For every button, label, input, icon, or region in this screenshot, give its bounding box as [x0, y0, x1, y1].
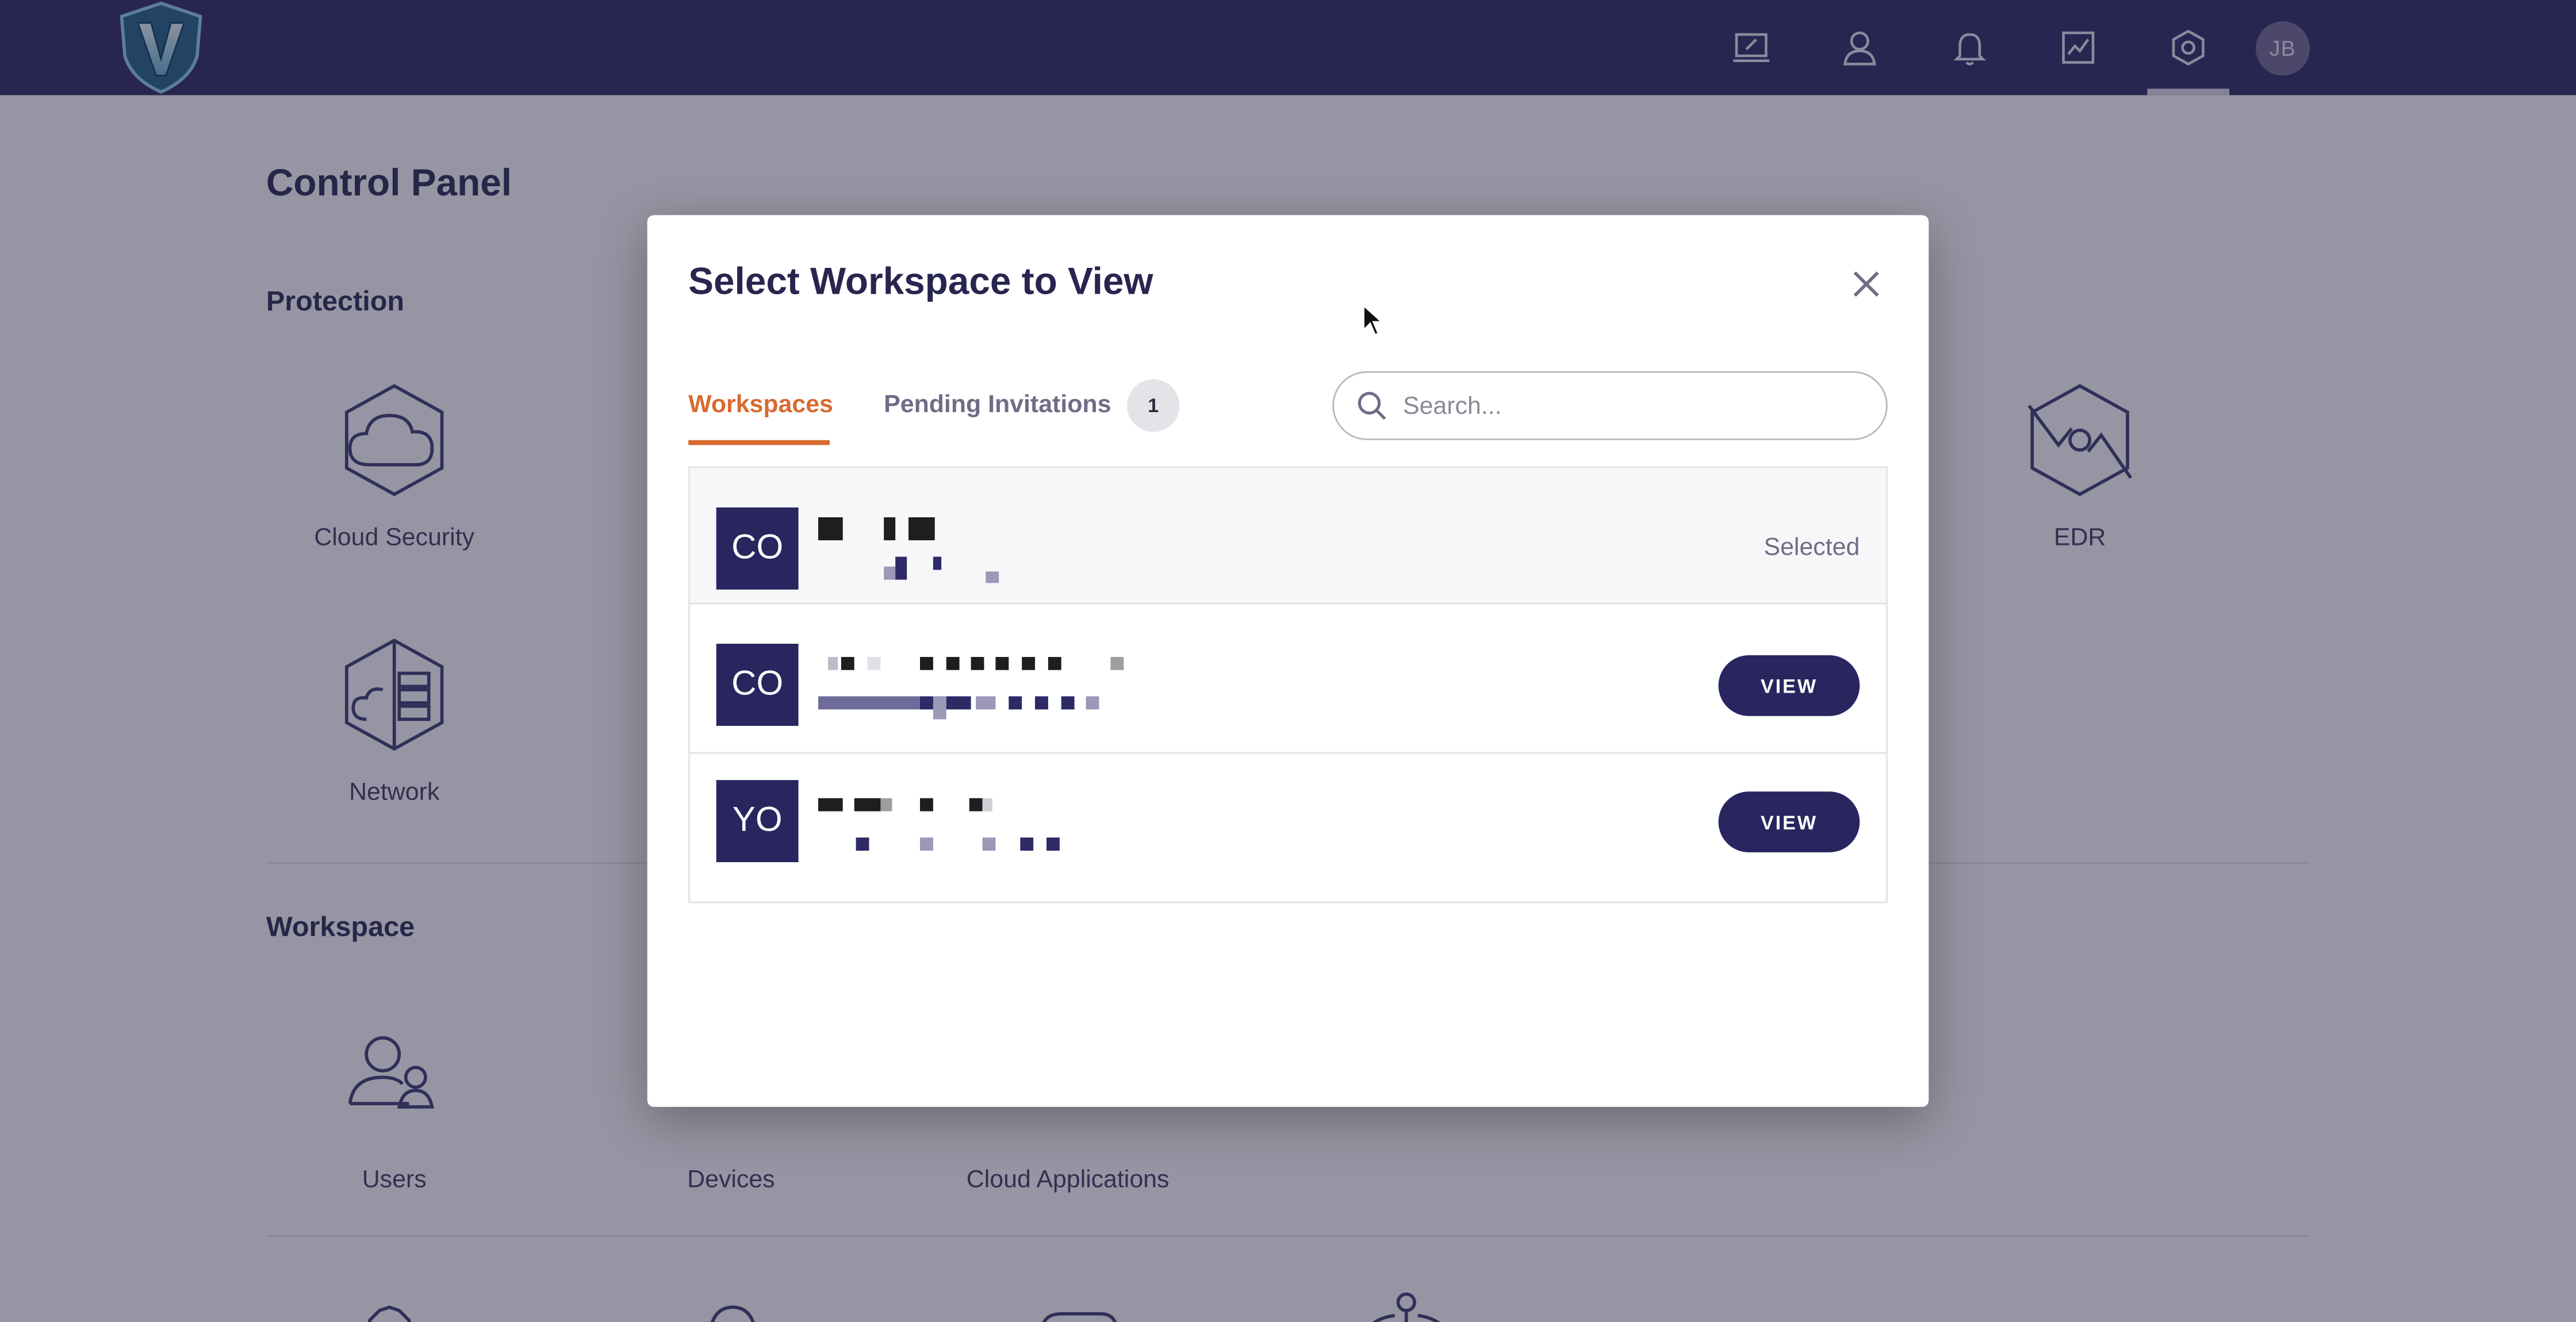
workspace-avatar: CO: [716, 644, 799, 726]
search-icon: [1358, 391, 1386, 420]
workspace-avatar: CO: [716, 507, 799, 590]
close-button[interactable]: [1846, 264, 1886, 304]
pending-count-badge: 1: [1127, 379, 1180, 432]
redacted-workspace-name: [818, 517, 950, 594]
redacted-workspace-name: [818, 798, 1081, 873]
tab-pending-invitations[interactable]: Pending Invitations: [884, 391, 1111, 419]
redacted-dot: [986, 571, 999, 583]
workspace-row[interactable]: CO VIEW: [690, 617, 1886, 754]
search-input[interactable]: [1400, 390, 1850, 421]
search-box[interactable]: [1332, 371, 1888, 440]
workspace-row[interactable]: YO VIEW: [690, 754, 1886, 890]
workspace-list: CO Selected CO VIEW YO VIEW: [688, 466, 1888, 904]
redacted-workspace-name: [818, 656, 1147, 731]
close-icon: [1853, 271, 1879, 297]
workspace-avatar: YO: [716, 780, 799, 862]
view-button[interactable]: VIEW: [1718, 655, 1860, 716]
selected-status: Selected: [1764, 533, 1860, 562]
modal-title: Select Workspace to View: [688, 259, 1153, 302]
mouse-cursor-icon: [1363, 303, 1384, 336]
active-tab-indicator: [688, 440, 830, 445]
tab-workspaces[interactable]: Workspaces: [688, 391, 833, 419]
workspace-row[interactable]: CO Selected: [690, 468, 1886, 605]
view-button[interactable]: VIEW: [1718, 791, 1860, 852]
select-workspace-modal: Select Workspace to View Workspaces Pend…: [647, 215, 1929, 1107]
